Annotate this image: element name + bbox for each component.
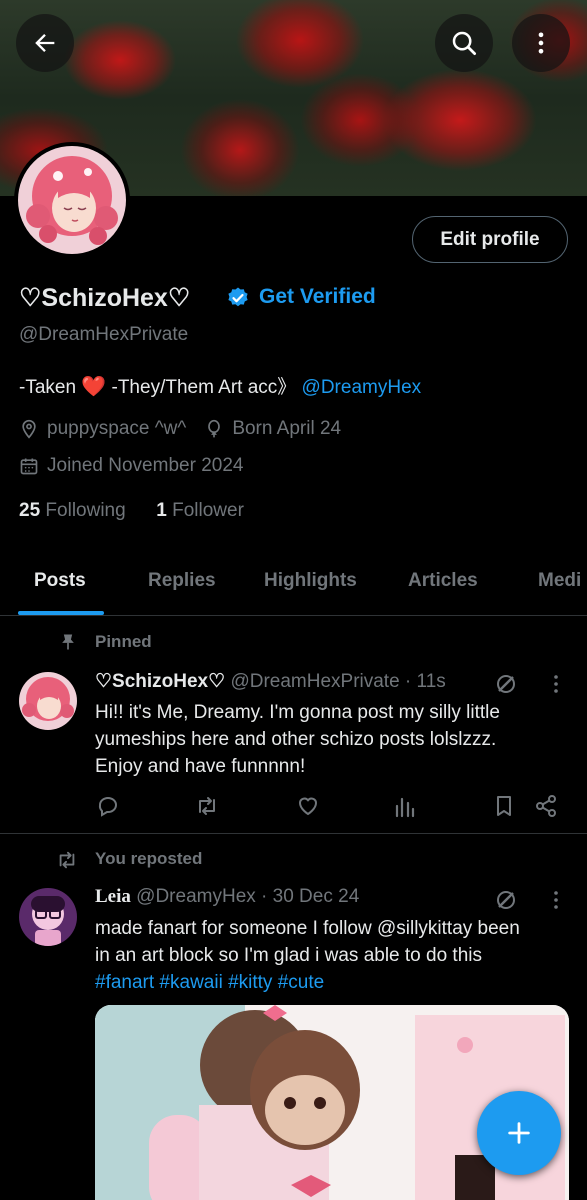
post-author-name[interactable]: Leia — [95, 886, 131, 907]
bookmark-button[interactable] — [491, 793, 517, 819]
more-vertical-icon[interactable] — [545, 672, 567, 696]
views-button[interactable] — [392, 793, 418, 819]
followers-label: Follower — [172, 500, 244, 521]
post-hashtags[interactable]: #fanart #kawaii #kitty #cute — [95, 969, 575, 996]
profile-tabs: Posts Replies Highlights Articles Medi — [0, 556, 587, 616]
profile-location: puppyspace ^w^ — [47, 418, 187, 439]
post-author-avatar[interactable] — [19, 672, 77, 730]
post-body: made fanart for someone I follow @sillyk… — [95, 915, 575, 996]
balloon-icon — [208, 419, 221, 438]
active-tab-indicator — [18, 611, 104, 615]
arrow-left-icon — [35, 34, 55, 52]
tab-media[interactable]: Medi — [538, 570, 581, 592]
bio-text-prefix: -Taken — [19, 377, 82, 398]
post-header: ♡SchizoHex♡ @DreamHexPrivate · 11s — [95, 670, 446, 693]
post-body-line: Enjoy and have funnnnn! — [95, 756, 306, 777]
grok-icon[interactable] — [494, 888, 518, 912]
pinned-label: Pinned — [95, 632, 152, 651]
display-name: ♡SchizoHex♡ — [19, 284, 191, 312]
calendar-icon — [20, 458, 38, 475]
profile-joined: Joined November 2024 — [47, 455, 244, 476]
post-author-name[interactable]: ♡SchizoHex♡ — [95, 671, 225, 692]
post-body-line: made fanart for someone I follow @sillyk… — [95, 918, 520, 939]
post-body-line: yumeships here and other schizo posts lo… — [95, 729, 497, 750]
share-button[interactable] — [533, 793, 559, 819]
more-options-button[interactable] — [512, 14, 570, 72]
plus-icon — [508, 1122, 530, 1144]
heart-emoji: ❤️ — [81, 376, 107, 398]
heart-outline-icon — [298, 797, 318, 816]
bio-mention-link[interactable]: @DreamyHex — [302, 377, 422, 398]
tab-posts[interactable]: Posts — [34, 570, 86, 592]
avatar-image — [18, 146, 126, 254]
share-icon — [536, 795, 556, 817]
post-divider — [0, 833, 587, 834]
post-body-line: in an art block so I'm glad i was able t… — [95, 945, 482, 966]
repost-button[interactable] — [194, 793, 220, 819]
get-verified-link[interactable]: Get Verified — [259, 285, 376, 309]
post-author-handle: @DreamHexPrivate · 11s — [230, 671, 446, 692]
tab-articles[interactable]: Articles — [408, 570, 478, 592]
grok-icon[interactable] — [494, 672, 518, 696]
avatar-image — [19, 672, 77, 730]
profile-meta-row: puppyspace ^w^ Born April 24 — [19, 418, 341, 440]
post-header: Leia @DreamyHex · 30 Dec 24 — [95, 886, 359, 908]
profile-avatar[interactable] — [14, 142, 130, 258]
tab-highlights[interactable]: Highlights — [264, 570, 357, 592]
compose-post-button[interactable] — [477, 1091, 561, 1175]
like-button[interactable] — [295, 793, 321, 819]
following-link[interactable]: 25 Following — [19, 500, 126, 521]
bookmark-icon — [497, 796, 511, 816]
post-author-handle: @DreamyHex · 30 Dec 24 — [136, 886, 360, 907]
tab-replies[interactable]: Replies — [148, 570, 216, 592]
location-pin-icon — [22, 419, 36, 439]
followers-count: 1 — [156, 500, 167, 521]
avatar-image — [19, 888, 77, 946]
reply-button[interactable] — [95, 793, 121, 819]
repost-icon — [199, 797, 215, 815]
followers-link[interactable]: 1 Follower — [156, 500, 244, 521]
views-icon — [395, 797, 415, 818]
profile-bio: -Taken ❤️ -They/Them Art acc》 @DreamyHex — [19, 372, 421, 399]
verified-badge-icon[interactable] — [226, 286, 250, 310]
profile-stats: 25 Following 1 Follower — [19, 500, 244, 522]
reply-icon — [98, 797, 117, 817]
profile-handle: @DreamHexPrivate — [19, 324, 189, 345]
back-button[interactable] — [16, 14, 74, 72]
repost-icon — [59, 851, 75, 869]
pin-icon — [62, 634, 74, 650]
edit-profile-button[interactable]: Edit profile — [412, 216, 568, 263]
following-count: 25 — [19, 500, 41, 521]
profile-birthday: Born April 24 — [232, 418, 342, 439]
post-body: Hi!! it's Me, Dreamy. I'm gonna post my … — [95, 699, 565, 780]
post-author-avatar[interactable] — [19, 888, 77, 946]
bio-text-middle: -They/Them Art acc》 — [106, 377, 302, 398]
search-icon — [452, 31, 476, 55]
more-vertical-icon[interactable] — [545, 888, 567, 912]
reposted-label: You reposted — [95, 849, 203, 868]
more-vertical-icon — [538, 32, 544, 54]
profile-joined-row: Joined November 2024 — [19, 455, 243, 477]
following-label: Following — [45, 500, 126, 521]
search-button[interactable] — [435, 14, 493, 72]
post-body-line: Hi!! it's Me, Dreamy. I'm gonna post my … — [95, 702, 500, 723]
